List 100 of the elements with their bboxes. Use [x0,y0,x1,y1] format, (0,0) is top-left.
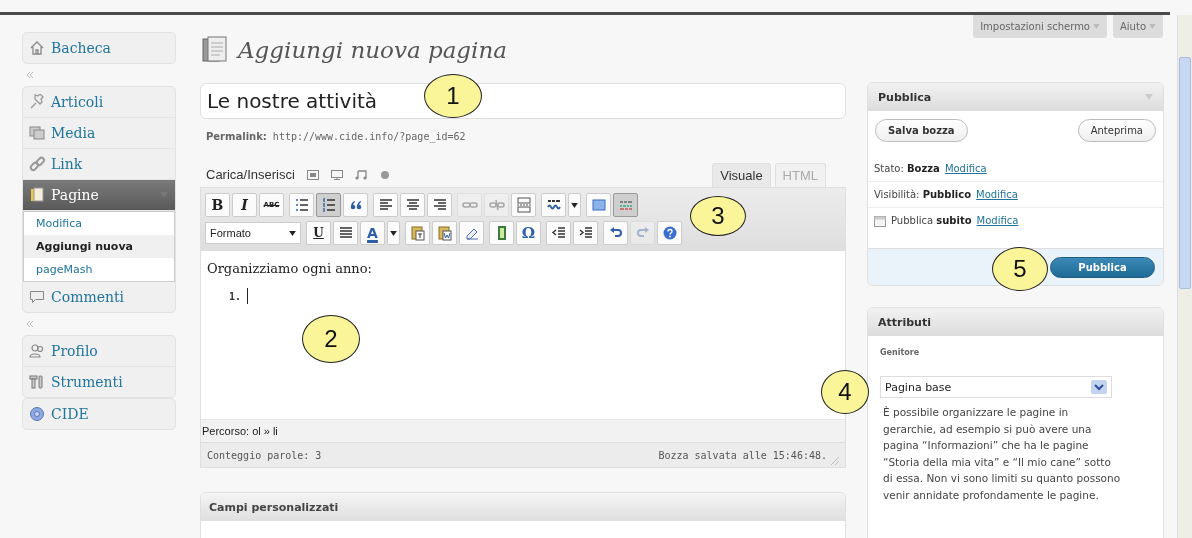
parent-select[interactable]: Pagina base [880,376,1112,398]
indent-icon [577,225,594,241]
align-right-icon [431,197,448,213]
text-color-button[interactable]: A [360,221,385,245]
fullscreen-button[interactable] [586,193,611,217]
word-count: Conteggio parole: 3 [207,449,322,461]
chevron-down-icon [1091,380,1107,394]
resize-handle-icon[interactable] [831,457,839,465]
screen-menu-button[interactable]: Impostazioni schermo [973,15,1107,38]
sidebar-item[interactable]: Profilo [23,336,175,367]
paste-text-icon [409,225,426,241]
sidebar-item[interactable]: Strumenti [23,367,175,397]
outdent-icon [550,225,567,241]
symbol-button[interactable]: Ω [516,221,541,245]
paste-word-icon [436,225,453,241]
status-text: Stato: Bozza [874,163,940,174]
image-icon[interactable] [306,170,319,180]
screen-menu-button[interactable]: Aiuto [1113,15,1163,38]
draft-saved-text: Bozza salvata alle 15:46:48. [658,449,827,461]
underline-button[interactable]: U [306,221,331,245]
caret-icon [289,230,296,236]
element-path: Percorso: ol » li [201,419,845,442]
undo-button[interactable] [603,221,628,245]
film-button[interactable] [489,221,514,245]
flower-icon [29,406,45,422]
justify-button[interactable] [333,221,358,245]
indent-button[interactable] [573,221,598,245]
sidebar-item[interactable]: CIDE [23,399,175,429]
submenu-item[interactable]: Aggiungi nuova [24,235,174,258]
dropdown-button[interactable] [568,193,581,217]
list-number: 1. [229,290,242,302]
pages-icon [29,187,45,203]
bold-button[interactable]: B [205,193,230,217]
house-icon [29,40,45,56]
eraser-button[interactable] [459,221,484,245]
paste-text-button[interactable] [405,221,430,245]
help-text: È possibile organizzare le pagine in gerarchie, ad esempio si può avere una pagina “Informazioni” che ha le pagine “Storia della mia vita” e “Il mio cane” sotto di essa. Non vi sono limiti su quanto possono venir annidate profondamente le pagine. [883,405,1122,503]
sidebar-item[interactable]: Pagine [23,180,175,211]
submenu-item[interactable]: pageMash [24,258,174,281]
format-select[interactable]: Formato [205,222,301,244]
align-left-button[interactable] [373,193,398,217]
status-text: Visibilità: Pubblico [874,189,972,200]
calendar-icon [874,214,886,227]
caret-icon [1149,24,1156,29]
dropdown-button[interactable] [387,221,400,245]
chain-link-icon [29,156,45,172]
preview-button[interactable]: Anteprima [1077,119,1156,142]
unlink-icon [488,197,505,213]
field-label: Genitore [880,348,921,357]
sidebar-item[interactable]: Articoli [23,87,175,118]
panel-title: Attributi [878,315,931,329]
page-title: Aggiungi nuova pagina [238,37,507,63]
bullet-list-icon [293,197,310,213]
tools-icon [29,374,45,390]
upload-label: Carica/Inserisci [206,167,295,184]
music-note-icon[interactable] [354,170,367,180]
sidebar-item[interactable]: Media [23,118,175,149]
quote-button[interactable] [343,193,368,217]
pages-icon [200,35,230,65]
caret-icon [1093,24,1100,29]
bullet-list-button[interactable] [289,193,314,217]
callout-number: 1 [424,74,482,118]
align-left-icon [377,197,394,213]
caret-icon [390,230,397,236]
edit-link[interactable]: Modifica [976,189,1018,200]
submenu-item[interactable]: Modifica [24,212,174,235]
numbered-list-button[interactable] [316,193,341,217]
publish-button[interactable]: Pubblica [1050,256,1155,278]
align-center-icon [404,197,421,213]
scrollbar[interactable] [1177,15,1192,538]
page-break-button[interactable] [511,193,536,217]
save-draft-button[interactable]: Salva bozza [875,119,968,142]
users-icon [29,343,45,359]
caret-icon [571,202,578,208]
spelling-button[interactable] [541,193,566,217]
italic-button[interactable]: I [232,193,257,217]
speech-bubble-icon [29,289,45,305]
align-right-button[interactable] [427,193,452,217]
numbered-list-icon [320,197,337,213]
media-icon [29,125,45,141]
text-cursor [247,288,249,304]
toolbar-toggle-button[interactable] [613,193,638,217]
page-break-icon [515,197,532,213]
status-text: Pubblica subito [891,215,972,226]
edit-link[interactable]: Modifica [976,215,1019,226]
content-paragraph: Organizziamo ogni anno: [207,261,373,276]
outdent-button[interactable] [546,221,571,245]
align-center-button[interactable] [400,193,425,217]
sidebar-item[interactable]: Commenti [23,282,175,312]
video-icon[interactable] [330,170,343,180]
panel-title: Campi personalizzati [201,493,845,521]
paste-word-button[interactable] [432,221,457,245]
editor-tab[interactable]: Visuale [712,163,771,187]
help-icon [661,225,678,241]
edit-link[interactable]: Modifica [944,163,987,174]
sidebar-item[interactable]: Bacheca [23,33,175,63]
permalink-text: Permalink: http://www.cide.info/?page_id=62 [205,131,467,142]
help-button[interactable] [657,221,682,245]
pin-icon [29,94,45,110]
fullscreen-icon [590,197,607,213]
